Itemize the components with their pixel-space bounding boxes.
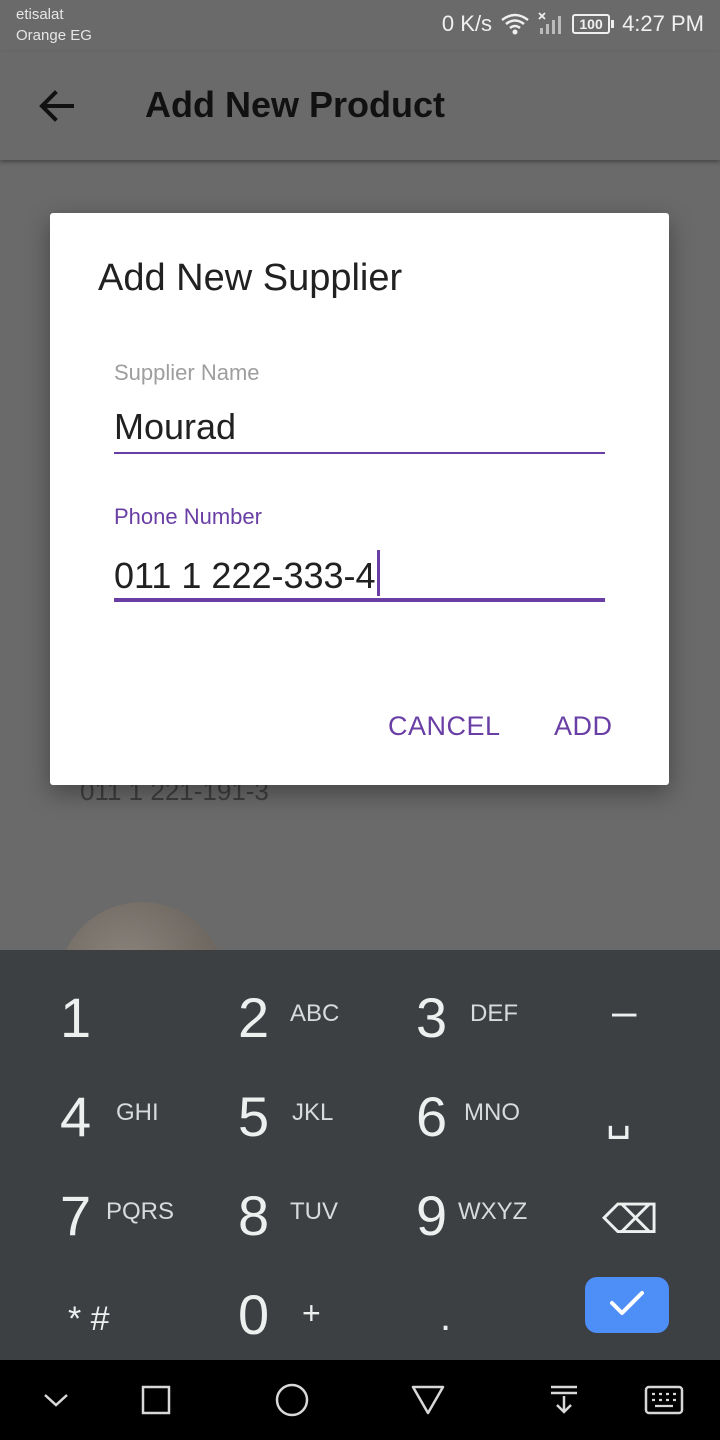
app-bar: Add New Product <box>0 52 720 160</box>
key-letters: WXYZ <box>458 1198 528 1225</box>
key-9[interactable]: 9 WXYZ <box>360 1162 540 1260</box>
key-3[interactable]: 3 DEF <box>360 964 540 1062</box>
key-letters: + <box>302 1295 321 1331</box>
key-2[interactable]: 2 ABC <box>180 964 360 1062</box>
supplier-name-underline <box>114 452 605 454</box>
network-speed: 0 K/s <box>441 11 493 36</box>
dialog-title: Add New Supplier <box>98 257 403 299</box>
wifi-icon <box>500 12 530 36</box>
phone-number-label: Phone Number <box>114 504 262 529</box>
key-digit: 9 <box>416 1184 448 1247</box>
clock: 4:27 PM <box>622 11 704 36</box>
carrier-name: etisalat <box>16 6 64 23</box>
period-key-label: . <box>440 1295 452 1339</box>
keyboard-switch-icon[interactable] <box>642 1378 686 1422</box>
key-symbols: * # <box>68 1300 110 1338</box>
add-button[interactable]: ADD <box>554 711 613 742</box>
key-letters: GHI <box>116 1099 159 1126</box>
add-supplier-dialog: Add New Supplier Supplier Name Mourad Ph… <box>50 213 669 785</box>
key-5[interactable]: 5 JKL <box>180 1063 360 1161</box>
key-digit: 2 <box>238 986 270 1049</box>
key-digit: 0 <box>238 1283 270 1346</box>
navigation-bar <box>0 1360 720 1440</box>
space-icon: ␣ <box>606 1095 632 1139</box>
key-4[interactable]: 4 GHI <box>0 1063 180 1161</box>
battery-icon: 100 <box>572 14 615 34</box>
arrow-back-icon[interactable] <box>32 82 80 130</box>
key-letters: MNO <box>464 1099 520 1126</box>
back-icon[interactable] <box>406 1378 450 1422</box>
key-letters: PQRS <box>106 1198 175 1225</box>
status-bar: etisalat Orange EG 0 K/s 100 4:27 PM <box>0 0 720 52</box>
phone-number-input[interactable]: 011 1 222-333-4 <box>114 550 380 597</box>
text-cursor <box>376 550 380 596</box>
key-period[interactable]: . <box>360 1261 540 1359</box>
enter-button[interactable] <box>585 1277 669 1333</box>
key-6[interactable]: 6 MNO <box>360 1063 540 1161</box>
key-digit: 6 <box>416 1085 448 1148</box>
numeric-keyboard: 1 2 ABC 3 DEF – 4 GHI 5 JKL 6 MNO ␣ 7 PQ… <box>0 950 720 1360</box>
minus-icon: – <box>612 987 637 1036</box>
key-letters: JKL <box>292 1099 334 1126</box>
check-icon <box>609 1289 645 1322</box>
notification-pull-icon[interactable] <box>542 1378 586 1422</box>
key-7[interactable]: 7 PQRS <box>0 1162 180 1260</box>
phone-number-value: 011 1 222-333-4 <box>114 555 376 596</box>
page-title: Add New Product <box>145 84 446 125</box>
hide-keyboard-icon[interactable] <box>34 1378 78 1422</box>
backspace-icon: ⌫ <box>602 1198 659 1242</box>
key-digit: 3 <box>416 986 448 1049</box>
key-1[interactable]: 1 <box>0 964 180 1062</box>
key-digit: 5 <box>238 1085 270 1148</box>
key-0[interactable]: 0 + <box>180 1261 360 1359</box>
key-letters: TUV <box>290 1198 338 1225</box>
recents-icon[interactable] <box>134 1378 178 1422</box>
key-digit: 7 <box>60 1184 92 1247</box>
key-8[interactable]: 8 TUV <box>180 1162 360 1260</box>
key-digit: 8 <box>238 1184 270 1247</box>
cancel-button[interactable]: CANCEL <box>388 711 501 742</box>
phone-number-underline <box>114 598 605 602</box>
phone-number-field[interactable]: Phone Number 011 1 222-333-4 <box>114 504 605 604</box>
key-letters: ABC <box>290 1000 340 1027</box>
key-letters: DEF <box>470 1000 518 1027</box>
supplier-name-input[interactable]: Mourad <box>114 406 236 448</box>
carrier-name-secondary: Orange EG <box>16 27 92 44</box>
key-digit: 4 <box>60 1085 92 1148</box>
battery-level: 100 <box>572 14 611 34</box>
supplier-name-field[interactable]: Supplier Name Mourad <box>114 360 605 460</box>
key-star-hash[interactable]: * # <box>0 1261 180 1359</box>
signal-icon <box>538 12 564 36</box>
key-space[interactable]: ␣ <box>540 1063 720 1161</box>
home-icon[interactable] <box>270 1378 314 1422</box>
key-digit: 1 <box>60 986 92 1049</box>
supplier-name-label: Supplier Name <box>114 360 260 385</box>
backspace-key[interactable]: ⌫ <box>540 1162 720 1260</box>
key-dash[interactable]: – <box>540 964 720 1062</box>
